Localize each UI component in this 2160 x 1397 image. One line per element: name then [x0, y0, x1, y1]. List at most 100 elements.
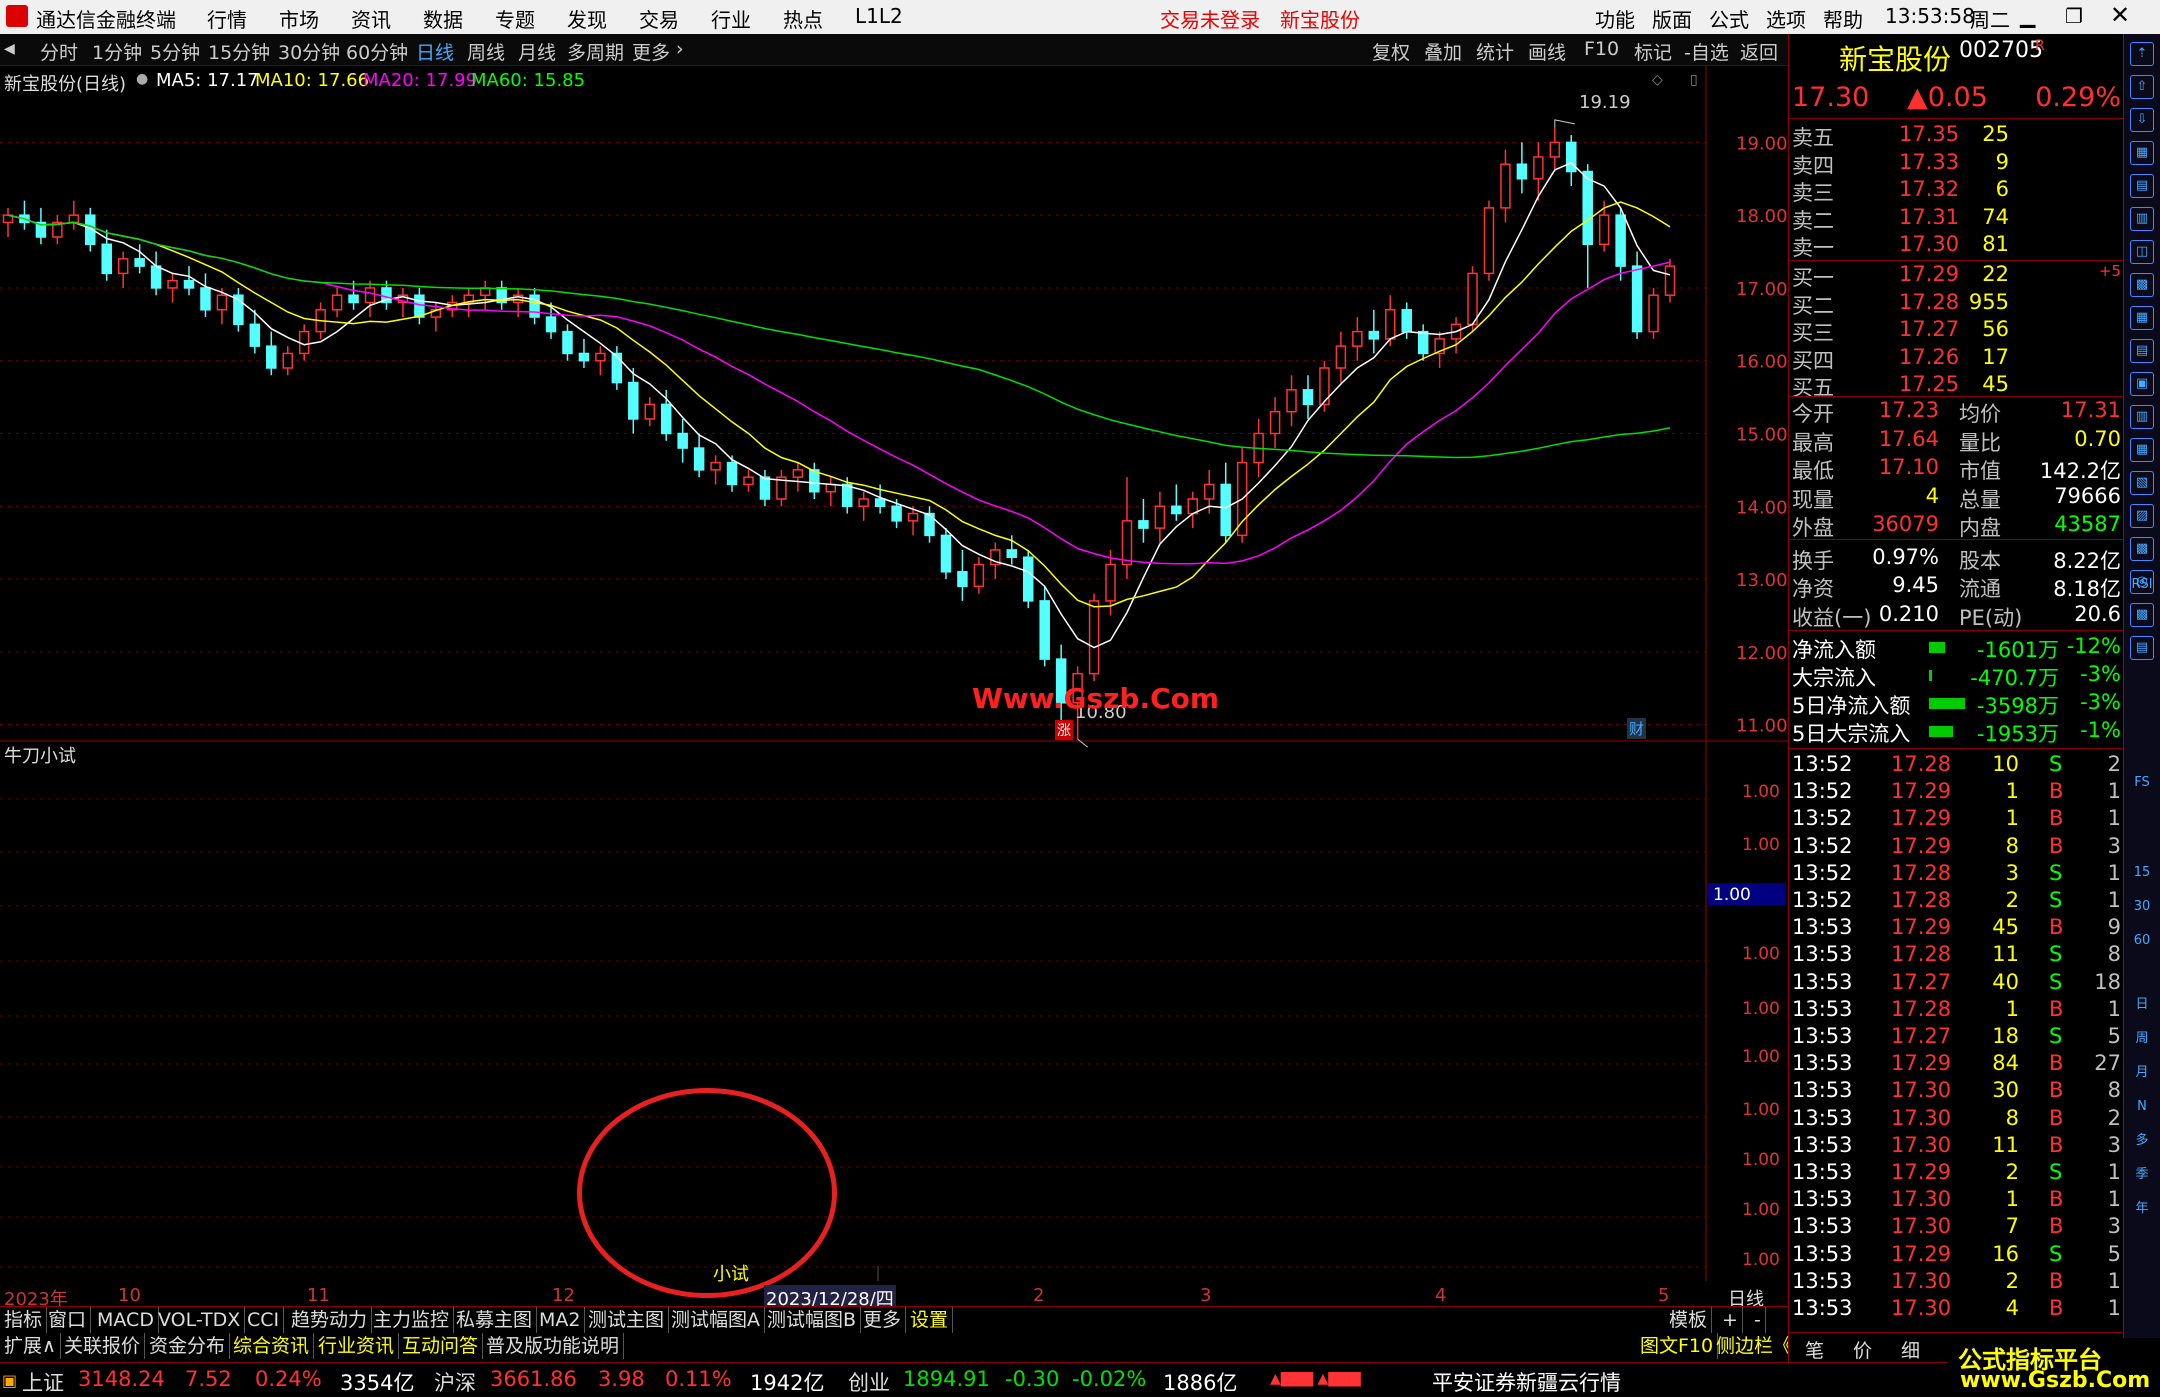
tab[interactable]: MA2	[535, 1307, 586, 1333]
tool-button[interactable]: 统计	[1476, 38, 1514, 65]
quote-tab[interactable]: 笔	[1805, 1336, 1824, 1363]
tab[interactable]: 趋势动力	[287, 1307, 373, 1333]
toolbar-icon[interactable]: ▤	[2130, 174, 2154, 198]
tab[interactable]: 行业资讯	[314, 1333, 400, 1359]
sidebar-toggle[interactable]: 侧边栏《	[1712, 1333, 1798, 1359]
toolbar-icon[interactable]: ⇩	[2130, 108, 2154, 132]
tab[interactable]: 互动问答	[398, 1333, 484, 1359]
index-icon[interactable]: ▣	[2, 1371, 17, 1390]
restore-icon[interactable]: ❐	[2065, 4, 2083, 28]
period-shortcut[interactable]: 年	[2130, 1198, 2154, 1222]
period-shortcut[interactable]: 周	[2130, 1028, 2154, 1052]
f10-button[interactable]: 图文F10	[1636, 1333, 1719, 1359]
period-tab[interactable]: 多周期	[567, 38, 624, 65]
period-tab[interactable]: 15分钟	[208, 38, 270, 65]
tab[interactable]: VOL-TDX	[154, 1307, 246, 1333]
tab[interactable]: 主力监控	[369, 1307, 455, 1333]
login-status[interactable]: 交易未登录	[1160, 4, 1260, 33]
index-name[interactable]: 沪深	[434, 1367, 476, 1397]
tab[interactable]: 普及版功能说明	[482, 1333, 625, 1359]
period-shortcut[interactable]: 60	[2130, 930, 2154, 954]
period-shortcut[interactable]: 30	[2130, 896, 2154, 920]
period-tab[interactable]: 月线	[518, 38, 556, 65]
period-shortcut[interactable]: RSI	[2130, 574, 2154, 598]
tab[interactable]: 测试主图	[584, 1307, 670, 1333]
close-icon[interactable]: ✕	[2110, 1, 2130, 29]
toolbar-icon[interactable]: ▧	[2130, 471, 2154, 495]
minimize-icon[interactable]: ▁	[2020, 4, 2035, 28]
toolbar-icon[interactable]: ▤	[2130, 636, 2154, 660]
quote-tab[interactable]: 价	[1853, 1336, 1872, 1363]
menu-item[interactable]: 行业	[711, 4, 751, 33]
menu-item[interactable]: 版面	[1652, 4, 1692, 33]
menu-item[interactable]: 选项	[1766, 4, 1806, 33]
tab[interactable]: 私募主图	[452, 1307, 538, 1333]
toolbar-icon[interactable]: ▤	[2130, 339, 2154, 363]
period-tab[interactable]: 周线	[467, 38, 505, 65]
period-shortcut[interactable]: 日	[2130, 994, 2154, 1018]
tool-button[interactable]: 叠加	[1424, 38, 1462, 65]
toolbar-icon[interactable]: ▣	[2130, 372, 2154, 396]
chart-area[interactable]: 19.00 18.00 17.00 16.00 15.00 14.00 13.00 12.00…	[0, 66, 1788, 1311]
menu-item[interactable]: 热点	[783, 4, 823, 33]
menu-item[interactable]: 专题	[495, 4, 535, 33]
tab[interactable]: 综合资讯	[229, 1333, 315, 1359]
settings-dot-icon[interactable]: ●	[136, 71, 148, 87]
tab[interactable]: 测试幅图B	[763, 1307, 862, 1333]
period-tab[interactable]: 分时	[40, 38, 78, 65]
collapse-icon[interactable]: ◀	[4, 41, 15, 57]
tab-settings[interactable]: 设置	[906, 1307, 954, 1333]
tool-button[interactable]: F10	[1584, 38, 1619, 60]
tab[interactable]: MACD	[93, 1307, 159, 1333]
tab[interactable]: 关联报价	[60, 1333, 146, 1359]
template-button[interactable]: 模板	[1665, 1307, 1713, 1333]
toolbar-icon[interactable]: ⇧	[2130, 75, 2154, 99]
period-tab[interactable]: 1分钟	[92, 38, 142, 65]
toolbar-icon[interactable]: ▥	[2130, 207, 2154, 231]
index-name[interactable]: 上证	[22, 1367, 64, 1397]
tab[interactable]: 更多	[859, 1307, 907, 1333]
chevron-right-icon[interactable]: ›	[676, 38, 684, 60]
tool-button[interactable]: 标记	[1634, 38, 1672, 65]
menu-item[interactable]: 功能	[1595, 4, 1635, 33]
menu-item[interactable]: 市场	[279, 4, 319, 33]
menu-item[interactable]: 发现	[567, 4, 607, 33]
period-tab[interactable]: 更多	[632, 38, 670, 65]
tab[interactable]: 扩展∧	[0, 1333, 61, 1359]
toolbar-icon[interactable]: ▦	[2130, 141, 2154, 165]
toolbar-icon[interactable]: ▥	[2130, 405, 2154, 429]
index-name[interactable]: 创业	[848, 1367, 890, 1397]
tab[interactable]: 测试幅图A	[667, 1307, 765, 1333]
diamond-icon[interactable]: ◇	[1652, 72, 1663, 88]
finance-badge[interactable]: 财	[1627, 718, 1647, 739]
menu-item[interactable]: 行情	[207, 4, 247, 33]
toolbar-icon[interactable]: ▩	[2130, 537, 2154, 561]
chart-canvas[interactable]: 19.00 18.00 17.00 16.00 15.00 14.00 13.00 12.00…	[0, 66, 1788, 1281]
menu-item[interactable]: 数据	[423, 4, 463, 33]
scroll-icon[interactable]: ▯	[1690, 72, 1698, 88]
period-tab[interactable]: 5分钟	[150, 38, 200, 65]
menu-item[interactable]: 交易	[639, 4, 679, 33]
menu-item[interactable]: 帮助	[1823, 4, 1863, 33]
period-tab[interactable]: 30分钟	[278, 38, 340, 65]
toolbar-icon[interactable]: ⇡	[2130, 42, 2154, 66]
period-tab-active[interactable]: 日线	[416, 38, 454, 65]
menu-item[interactable]: 公式	[1709, 4, 1749, 33]
period-shortcut[interactable]: FS	[2130, 772, 2154, 796]
zoom-in-button[interactable]: +	[1718, 1307, 1743, 1333]
menu-item[interactable]: L1L2	[855, 4, 903, 28]
toolbar-icon[interactable]: ▦	[2130, 438, 2154, 462]
menu-item[interactable]: 资讯	[351, 4, 391, 33]
period-tab[interactable]: 60分钟	[346, 38, 408, 65]
period-shortcut[interactable]: 多	[2130, 1130, 2154, 1154]
quote-tab[interactable]: 细	[1901, 1336, 1920, 1363]
toolbar-icon[interactable]: ◫	[2130, 240, 2154, 264]
period-shortcut[interactable]: 月	[2130, 1062, 2154, 1086]
market-breadth-icon[interactable]: ▲▇▇▇ ▲▇▇▇	[1270, 1371, 1361, 1387]
period-shortcut[interactable]: N	[2130, 1096, 2154, 1120]
period-shortcut[interactable]: 15	[2130, 862, 2154, 886]
toolbar-icon[interactable]: ▨	[2130, 504, 2154, 528]
tab[interactable]: 窗口	[44, 1307, 92, 1333]
toolbar-icon[interactable]: ▩	[2130, 603, 2154, 627]
tab[interactable]: CCI	[243, 1307, 285, 1333]
